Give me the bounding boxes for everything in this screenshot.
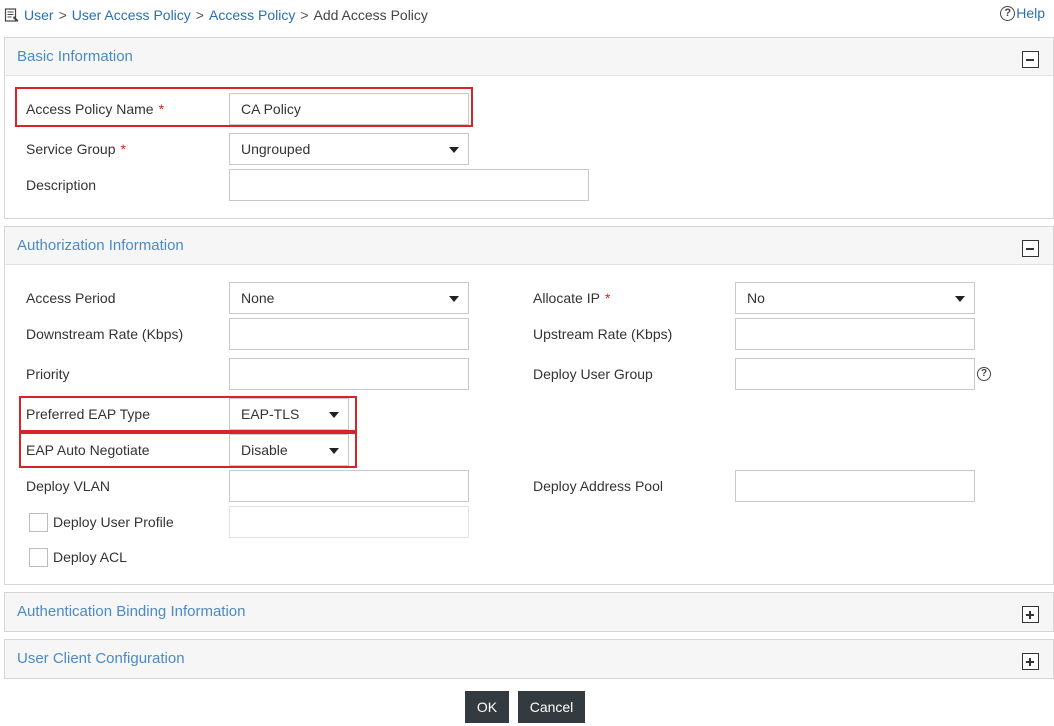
required-mark: * [604, 290, 611, 306]
service-group-select[interactable]: Ungrouped [229, 133, 469, 165]
deploy-user-group-input[interactable] [735, 358, 975, 390]
allocate-ip-select[interactable]: No [735, 282, 975, 314]
service-group-value: Ungrouped [241, 141, 311, 157]
deploy-vlan-label: Deploy VLAN [26, 478, 111, 494]
upstream-rate-input[interactable] [735, 318, 975, 350]
downstream-rate-label: Downstream Rate (Kbps) [26, 326, 184, 342]
help-icon: ? [1000, 5, 1016, 21]
description-input[interactable] [229, 169, 589, 201]
eap-auto-negotiate-value: Disable [241, 442, 288, 458]
user-client-configuration-panel: User Client Configuration [4, 639, 1054, 679]
dropdown-arrow-icon [449, 147, 459, 153]
expand-icon[interactable] [1022, 606, 1039, 623]
breadcrumb-separator: > [58, 7, 67, 23]
help-link[interactable]: ? Help [1000, 5, 1045, 21]
basic-information-header: Basic Information [5, 38, 1053, 76]
cancel-button[interactable]: Cancel [518, 691, 585, 723]
required-mark: * [158, 101, 165, 117]
deploy-user-profile-input [229, 506, 469, 538]
dropdown-arrow-icon [449, 296, 459, 302]
breadcrumb-separator: > [195, 7, 204, 23]
eap-auto-negotiate-label: EAP Auto Negotiate [26, 442, 150, 458]
dropdown-arrow-icon [329, 412, 339, 418]
upstream-rate-label: Upstream Rate (Kbps) [533, 326, 673, 342]
breadcrumb-user-access-policy[interactable]: User Access Policy [72, 7, 191, 23]
deploy-vlan-input[interactable] [229, 470, 469, 502]
allocate-ip-label: Allocate IP * [533, 290, 611, 306]
eap-auto-negotiate-select[interactable]: Disable [229, 434, 349, 466]
deploy-address-pool-label: Deploy Address Pool [533, 478, 663, 494]
dropdown-arrow-icon [329, 448, 339, 454]
policy-name-label: Access Policy Name * [26, 101, 165, 117]
authentication-binding-panel: Authentication Binding Information [4, 592, 1054, 632]
authentication-binding-header[interactable]: Authentication Binding Information [5, 593, 1053, 631]
breadcrumb: User > User Access Policy > Access Polic… [4, 5, 428, 25]
collapse-icon[interactable] [1022, 240, 1039, 257]
ok-button[interactable]: OK [465, 691, 509, 723]
allocate-ip-value: No [747, 290, 765, 306]
collapse-icon[interactable] [1022, 51, 1039, 68]
dropdown-arrow-icon [955, 296, 965, 302]
deploy-user-profile-checkbox[interactable] [29, 513, 48, 532]
priority-label: Priority [26, 366, 70, 382]
deploy-address-pool-input[interactable] [735, 470, 975, 502]
user-client-configuration-title: User Client Configuration [17, 650, 185, 667]
help-label: Help [1016, 5, 1045, 21]
policy-name-input[interactable]: CA Policy [229, 93, 469, 125]
access-period-label: Access Period [26, 290, 116, 306]
breadcrumb-access-policy[interactable]: Access Policy [209, 7, 295, 23]
breadcrumb-current: Add Access Policy [313, 7, 428, 23]
basic-information-title: Basic Information [17, 48, 133, 65]
priority-input[interactable] [229, 358, 469, 390]
deploy-acl-checkbox[interactable] [29, 548, 48, 567]
service-group-label: Service Group * [26, 141, 126, 157]
access-period-select[interactable]: None [229, 282, 469, 314]
expand-icon[interactable] [1022, 653, 1039, 670]
deploy-user-profile-label: Deploy User Profile [53, 514, 174, 530]
user-client-configuration-header[interactable]: User Client Configuration [5, 640, 1053, 678]
breadcrumb-user[interactable]: User [24, 7, 54, 23]
downstream-rate-input[interactable] [229, 318, 469, 350]
eap-type-label: Preferred EAP Type [26, 406, 150, 422]
deploy-acl-label: Deploy ACL [53, 549, 127, 565]
user-policy-icon [4, 8, 19, 22]
access-period-value: None [241, 290, 275, 306]
authorization-information-title: Authorization Information [17, 237, 184, 254]
description-label: Description [26, 177, 97, 193]
required-mark: * [120, 141, 126, 157]
authorization-information-header: Authorization Information [5, 227, 1053, 265]
breadcrumb-separator: > [300, 7, 309, 23]
help-icon[interactable]: ? [977, 367, 991, 381]
authentication-binding-title: Authentication Binding Information [17, 603, 246, 620]
eap-type-value: EAP-TLS [241, 406, 300, 422]
eap-type-select[interactable]: EAP-TLS [229, 398, 349, 430]
deploy-user-group-label: Deploy User Group [533, 366, 653, 382]
